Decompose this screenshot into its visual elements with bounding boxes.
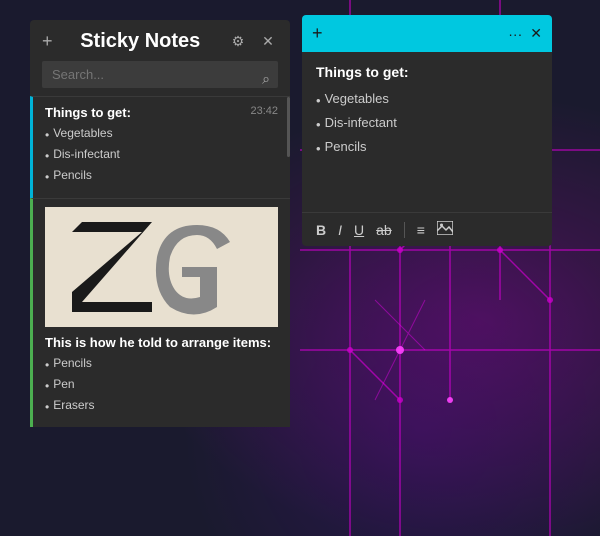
close-button[interactable]: ✕ <box>258 32 278 52</box>
note-window: + ··· ✕ Things to get: • Vegetables • Di… <box>302 15 552 246</box>
search-container: ⌕ <box>30 61 290 96</box>
note-window-body: Things to get: • Vegetables • Dis-infect… <box>302 52 552 212</box>
window-bullet-3: • Pencils <box>316 136 538 160</box>
bullet-dot: • <box>45 126 49 145</box>
note-2-item-3: Erasers <box>53 396 94 415</box>
note-1-time: 23:42 <box>250 105 278 117</box>
note-2-bullet-1: • Pencils <box>45 354 278 375</box>
note-1-content: • Vegetables • Dis-infectant • Pencils <box>45 124 278 188</box>
window-item-3: Pencils <box>325 136 367 158</box>
scroll-indicator <box>287 97 290 157</box>
note-1-bullet-3: • Pencils <box>45 166 278 187</box>
note-2-item-1: Pencils <box>53 354 92 373</box>
bullet-dot: • <box>45 147 49 166</box>
image-icon <box>437 221 453 235</box>
bullet-dot: • <box>45 168 49 187</box>
window-bullet-1: • Vegetables <box>316 88 538 112</box>
header-actions: ⚙ ✕ <box>228 32 278 52</box>
note-window-close-button[interactable]: ✕ <box>530 25 542 42</box>
sticky-notes-panel: + Sticky Notes ⚙ ✕ ⌕ 23:42 Things to get… <box>30 20 290 427</box>
panel-title: Sticky Notes <box>80 30 200 53</box>
note-window-title: Things to get: <box>316 64 538 80</box>
note-2-bullet-2: • Pen <box>45 375 278 396</box>
note-1-item-3: Pencils <box>53 166 92 185</box>
note-2-bullet-3: • Erasers <box>45 396 278 417</box>
note-window-toolbar: B I U ab ≡ <box>302 212 552 246</box>
note-1-title: Things to get: <box>45 105 278 120</box>
toolbar-divider <box>404 222 405 238</box>
note-card-2[interactable]: 21:02 This is how he told to arrange ite… <box>30 198 290 428</box>
search-icon: ⌕ <box>262 70 270 87</box>
panel-header: + Sticky Notes ⚙ ✕ <box>30 20 290 61</box>
underline-button[interactable]: U <box>354 222 364 238</box>
add-note-icon[interactable]: + <box>42 31 53 52</box>
bullet-dot: • <box>316 138 321 160</box>
note-window-header: + ··· ✕ <box>302 15 552 52</box>
strikethrough-button[interactable]: ab <box>376 222 392 238</box>
bullet-dot: • <box>45 356 49 375</box>
note-window-more-button[interactable]: ··· <box>508 26 522 42</box>
bullet-dot: • <box>316 114 321 136</box>
note-1-item-1: Vegetables <box>53 124 112 143</box>
note-2-title: This is how he told to arrange items: <box>45 335 278 350</box>
window-item-1: Vegetables <box>325 88 389 110</box>
window-item-2: Dis-infectant <box>325 112 397 134</box>
note-2-image <box>45 207 278 327</box>
note-1-bullet-2: • Dis-infectant <box>45 145 278 166</box>
note-window-content: • Vegetables • Dis-infectant • Pencils <box>316 88 538 160</box>
image-button[interactable] <box>437 221 453 238</box>
note-window-controls: ··· ✕ <box>508 25 542 42</box>
bullet-dot: • <box>45 398 49 417</box>
note-window-add-button[interactable]: + <box>312 23 323 44</box>
bold-button[interactable]: B <box>316 222 326 238</box>
note-card-1[interactable]: 23:42 Things to get: • Vegetables • Dis-… <box>30 96 290 198</box>
settings-button[interactable]: ⚙ <box>228 32 248 52</box>
search-input[interactable] <box>42 61 278 88</box>
note-2-item-2: Pen <box>53 375 74 394</box>
window-bullet-2: • Dis-infectant <box>316 112 538 136</box>
note-1-bullet-1: • Vegetables <box>45 124 278 145</box>
list-button[interactable]: ≡ <box>417 222 425 238</box>
note-1-item-2: Dis-infectant <box>53 145 120 164</box>
note-2-content: • Pencils • Pen • Erasers <box>45 354 278 418</box>
bullet-dot: • <box>45 377 49 396</box>
italic-button[interactable]: I <box>338 222 342 238</box>
bullet-dot: • <box>316 90 321 112</box>
